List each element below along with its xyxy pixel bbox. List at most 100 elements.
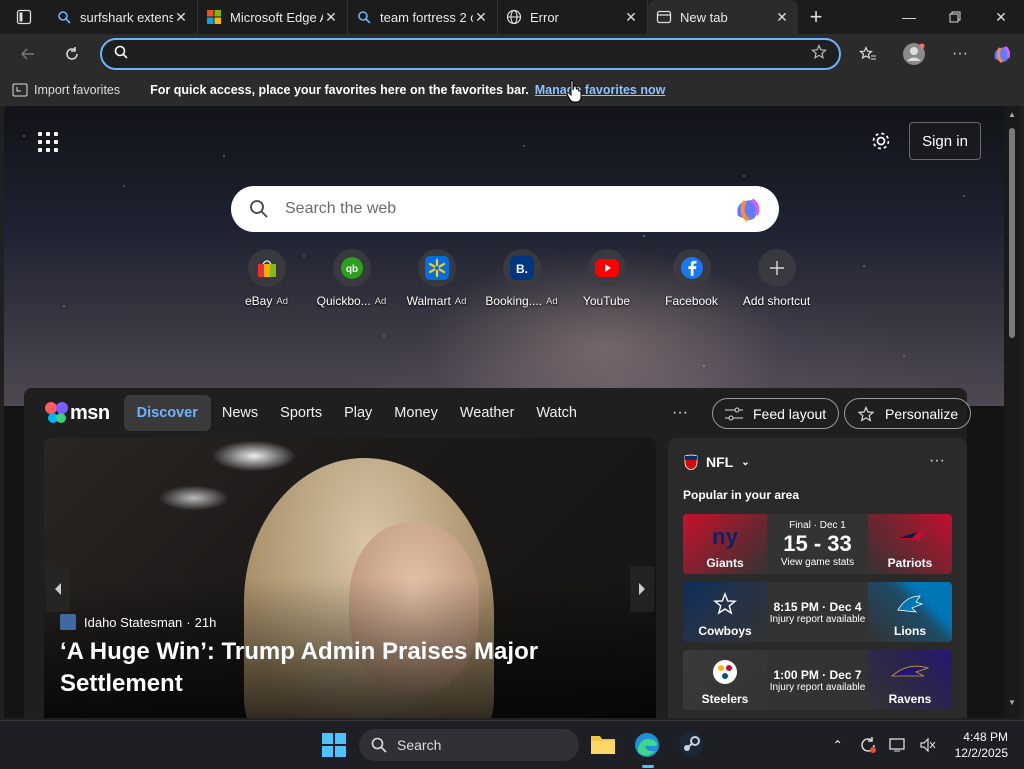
scroll-down-icon[interactable]: ▼ [1008,698,1016,707]
import-favorites-button[interactable]: Import favorites [12,83,120,97]
personalize-label: Personalize [885,405,959,422]
file-explorer-icon[interactable] [590,733,616,760]
home-team: Cowboys [698,624,752,638]
more-options-icon[interactable]: ··· [942,36,978,72]
feed-layout-button[interactable]: Feed layout [712,398,840,429]
shortcut-ebay[interactable]: eBay Ad [224,249,309,308]
tab-title: New tab [680,9,728,25]
game-steelers-ravens[interactable]: Steelers 1:00 PM · Dec 7 Injury report a… [683,650,952,710]
tab-surfshark[interactable]: surfshark extension ✕ [48,0,198,34]
shortcut-youtube[interactable]: YouTube [564,249,649,308]
close-tab-icon[interactable]: ✕ [473,9,489,25]
msn-nav: Discover News Sports Play Money Weather … [123,395,588,431]
nav-money[interactable]: Money [383,405,449,421]
ravens-logo-icon [890,665,930,677]
copilot-icon[interactable] [984,36,1020,72]
manage-favorites-link[interactable]: Manage favorites now [535,83,666,97]
nav-weather[interactable]: Weather [449,405,526,421]
tab-microsoft-edge[interactable]: Microsoft Edge A ✕ [198,0,348,34]
nav-more-button[interactable]: ··· [672,404,688,422]
page-scrollbar[interactable]: ▲ ▼ [1004,106,1020,718]
msn-feed: msn Discover News Sports Play Money Weat… [24,388,972,718]
steam-icon[interactable] [678,731,704,762]
shortcuts-row: eBay Ad qb Quickbo... Ad Walmart Ad B. Book… [224,249,819,308]
nfl-more-icon[interactable]: ··· [929,452,945,470]
chevron-up-icon[interactable]: ⌃ [823,738,853,752]
profile-avatar-icon[interactable] [896,36,932,72]
nav-sports[interactable]: Sports [269,405,333,421]
tab-error[interactable]: Error ✕ [498,0,648,34]
address-bar[interactable] [100,38,841,70]
scroll-up-icon[interactable]: ▲ [1008,110,1016,119]
shortcut-label: YouTube [582,294,631,308]
game-cowboys-lions[interactable]: Cowboys 8:15 PM · Dec 4 Injury report av… [683,582,952,642]
window-controls: — ✕ [886,0,1024,34]
nfl-header[interactable]: NFL ⌄ [684,454,750,470]
star-favorite-icon[interactable] [811,43,827,65]
home-team: Steelers [701,692,749,706]
tab-actions-button[interactable] [0,0,48,34]
tab-title: surfshark extension [80,9,173,25]
shortcut-walmart[interactable]: Walmart Ad [394,249,479,308]
shortcut-facebook[interactable]: Facebook [649,249,734,308]
msn-logo[interactable]: msn [44,401,110,425]
nfl-title: NFL [706,454,734,470]
home-team: Giants [706,556,744,570]
shortcut-booking[interactable]: B. Booking.... Ad [479,249,564,308]
refresh-icon[interactable] [54,36,90,72]
settings-gear-icon[interactable] [870,130,892,152]
edge-taskbar-icon[interactable] [633,731,661,768]
tab-team-fortress[interactable]: team fortress 2 c ✕ [348,0,498,34]
sign-in-button[interactable]: Sign in [909,122,981,160]
shortcut-quickbooks[interactable]: qb Quickbo... Ad [309,249,394,308]
import-icon [12,83,28,97]
minimize-icon[interactable]: — [886,0,932,34]
close-tab-icon[interactable]: ✕ [323,9,339,25]
network-icon[interactable] [883,737,913,753]
game-subtext[interactable]: Injury report available [770,682,866,693]
search-icon [56,9,72,25]
clock[interactable]: 4:48 PM 12/2/2025 [955,729,1008,761]
game-subtext[interactable]: View game stats [781,557,854,568]
search-icon [250,200,268,218]
search-icon [371,737,387,753]
taskbar-search[interactable]: Search [359,729,579,761]
svg-text:qb: qb [345,264,357,275]
game-time: 1:00 PM · Dec 7 [773,667,862,682]
back-arrow-icon[interactable] [10,36,46,72]
close-tab-icon[interactable]: ✕ [623,9,639,25]
nav-play[interactable]: Play [333,405,383,421]
nav-watch[interactable]: Watch [525,405,588,421]
sync-icon[interactable] [853,736,883,754]
windows-start-icon[interactable] [322,733,346,762]
close-tab-icon[interactable]: ✕ [774,9,790,25]
shortcut-label: eBay [245,294,273,308]
nav-discover[interactable]: Discover [123,395,211,431]
carousel-prev-icon[interactable] [46,566,70,612]
msn-nav-bar: msn Discover News Sports Play Money Weat… [24,388,972,438]
carousel-next-icon[interactable] [630,566,654,612]
story-headline[interactable]: ‘A Huge Win’: Trump Admin Praises Major … [60,636,580,700]
restore-icon[interactable] [932,0,978,34]
address-input[interactable] [138,46,811,62]
add-shortcut-button[interactable]: Add shortcut [734,249,819,308]
close-window-icon[interactable]: ✕ [978,0,1024,34]
volume-muted-icon[interactable] [913,737,943,753]
copilot-icon[interactable] [733,195,763,223]
new-tab-plus-icon[interactable]: + [798,0,834,34]
tab-new-tab[interactable]: New tab ✕ [648,0,798,34]
close-tab-icon[interactable]: ✕ [173,9,189,25]
scrollbar-thumb[interactable] [1009,128,1015,338]
hero-story-card[interactable]: Idaho Statesman · 21h ‘A Huge Win’: Trum… [44,438,656,718]
web-search-box[interactable]: Search the web [231,186,779,232]
game-giants-patriots[interactable]: ny Giants Final · Dec 1 15 - 33 View game… [683,514,952,574]
favorites-icon[interactable] [850,36,886,72]
app-launcher-icon[interactable] [38,132,58,152]
nav-news[interactable]: News [211,405,269,421]
personalize-button[interactable]: Personalize [844,398,972,429]
patriots-logo-icon [894,530,926,540]
game-subtext[interactable]: Injury report available [770,614,866,625]
ad-badge: Ad [276,295,288,307]
nfl-shield-icon [684,454,698,470]
shortcut-label: Quickbo... [316,294,371,308]
